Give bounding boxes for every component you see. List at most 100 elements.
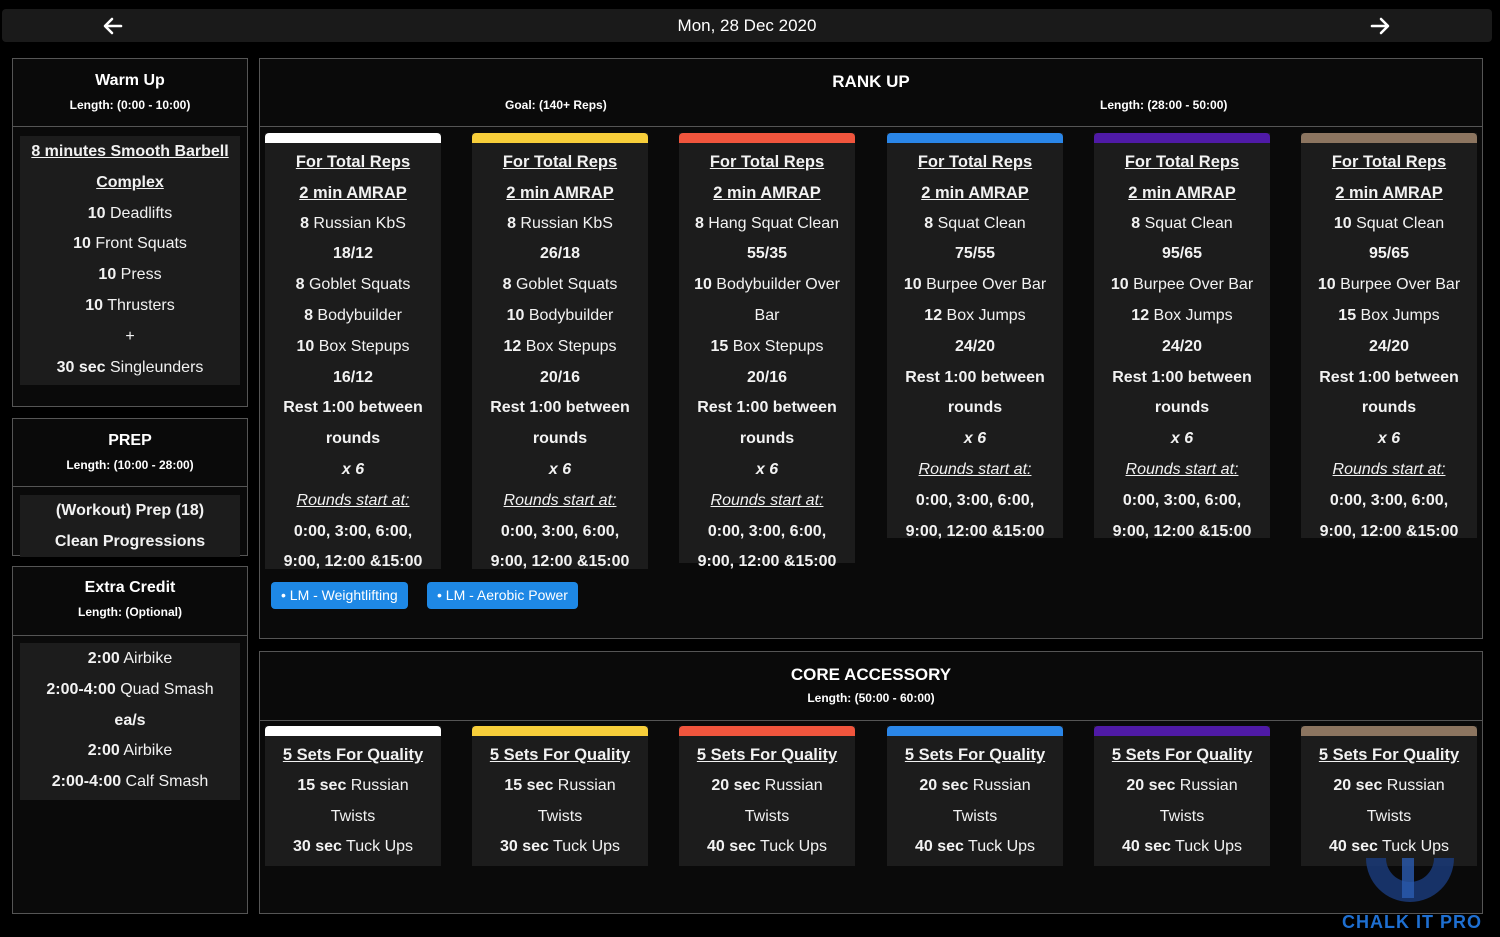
line-emphasis: 10 xyxy=(903,276,922,294)
warmup-header: Warm Up Length: (0:00 - 10:00) xyxy=(13,59,247,127)
workout-line[interactable]: 2 min AMRAP xyxy=(1098,178,1266,209)
column-color-bar xyxy=(265,726,441,736)
workout-line: 18/12 xyxy=(332,245,374,263)
line-rest: Calf Smash xyxy=(121,773,209,791)
line-rest: Tuck Ups xyxy=(548,838,621,856)
workout-line: 20 sec Russian xyxy=(683,771,851,802)
line-rest: Bodybuilder Over xyxy=(711,276,840,294)
line-rest: Squat Clean xyxy=(933,214,1026,232)
column-color-bar xyxy=(472,133,648,143)
tag-lm-aerobic-power[interactable]: • LM - Aerobic Power xyxy=(427,582,578,609)
brand-name: CHALK IT PRO xyxy=(1342,912,1482,932)
column-color-bar xyxy=(1094,726,1270,736)
column-content: For Total Reps 2 min AMRAP 8 Russian KbS 26… xyxy=(476,147,644,578)
workout-line[interactable]: For Total Reps xyxy=(1305,147,1473,178)
workout-line: 2:00 Airbike xyxy=(20,644,240,675)
workout-line[interactable]: 2 min AMRAP xyxy=(1305,178,1473,209)
workout-line[interactable]: For Total Reps xyxy=(683,147,851,178)
workout-line: 8 Hang Squat Clean xyxy=(683,209,851,240)
tag-lm-weightlifting[interactable]: • LM - Weightlifting xyxy=(271,582,408,609)
warmup-title: Warm Up xyxy=(95,72,165,89)
line-rest: Russian KbS xyxy=(308,214,406,232)
workout-line: 10 Burpee Over Bar xyxy=(891,270,1059,301)
workout-line[interactable]: For Total Reps xyxy=(476,147,644,178)
line-rest: Russian xyxy=(553,776,616,794)
column-color-bar xyxy=(887,133,1063,143)
workout-line: 20/16 xyxy=(539,368,581,386)
line-emphasis: 8 xyxy=(300,214,309,232)
workout-line: 0:00, 3:00, 6:00, xyxy=(915,491,1035,509)
column-color-bar xyxy=(472,726,648,736)
workout-line: rounds xyxy=(739,430,795,448)
workout-line[interactable]: For Total Reps xyxy=(891,147,1059,178)
workout-line: Rounds start at: xyxy=(710,491,824,509)
core-accessory-column-4: 5 Sets For Quality 20 sec Russian Twists 40… xyxy=(887,726,1063,866)
rank-up-header: RANK UP Goal: (140+ Reps) Length: (28:00… xyxy=(260,59,1482,127)
column-color-bar xyxy=(1301,133,1477,143)
line-rest: Airbike xyxy=(119,742,173,760)
workout-line: x 6 xyxy=(548,460,572,478)
workout-line: + xyxy=(125,327,135,345)
column-color-bar xyxy=(679,133,855,143)
workout-line: x 6 xyxy=(1377,430,1401,448)
workout-line: Clean Progressions xyxy=(54,532,206,550)
line-emphasis: 2:00-4:00 xyxy=(51,773,122,791)
core-accessory-header: CORE ACCESSORY Length: (50:00 - 60:00) xyxy=(260,652,1482,721)
workout-line: Rounds start at: xyxy=(296,491,410,509)
workout-line: 75/55 xyxy=(954,245,996,263)
workout-line: 20 sec Russian xyxy=(1305,771,1473,802)
workout-line[interactable]: Complex xyxy=(20,168,240,199)
line-rest: Airbike xyxy=(119,650,173,667)
workout-line[interactable]: 5 Sets For Quality xyxy=(1305,740,1473,771)
workout-line: rounds xyxy=(1361,399,1417,417)
core-accessory-panel: CORE ACCESSORY Length: (50:00 - 60:00) xyxy=(259,651,1483,914)
workout-line: 20 sec Russian xyxy=(891,771,1059,802)
workout-line: 24/20 xyxy=(1368,337,1410,355)
workout-line[interactable]: 2 min AMRAP xyxy=(683,178,851,209)
line-rest: Box Stepups xyxy=(728,337,824,355)
line-rest: Quad Smash xyxy=(115,680,214,698)
workout-line: Rest 1:00 between xyxy=(905,368,1045,386)
workout-line[interactable]: 5 Sets For Quality xyxy=(891,740,1059,771)
workout-line: 9:00, 12:00 &15:00 xyxy=(697,553,837,571)
workout-line[interactable]: 2 min AMRAP xyxy=(891,178,1059,209)
rank-up-title: RANK UP xyxy=(832,72,910,91)
workout-line: (Workout) Prep (18) xyxy=(55,502,205,519)
workout-line[interactable]: 5 Sets For Quality xyxy=(269,740,437,771)
line-rest: Burpee Over Bar xyxy=(921,276,1047,294)
column-content: For Total Reps 2 min AMRAP 8 Hang Squat Cl… xyxy=(683,147,851,578)
workout-line: Twists xyxy=(537,807,583,825)
line-rest: Tuck Ups xyxy=(755,838,828,856)
workout-line: Rest 1:00 between xyxy=(697,399,837,417)
workout-line[interactable]: 5 Sets For Quality xyxy=(1098,740,1266,771)
workout-line: rounds xyxy=(1154,399,1210,417)
workout-line[interactable]: For Total Reps xyxy=(1098,147,1266,178)
workout-line[interactable]: 2 min AMRAP xyxy=(269,178,437,209)
workout-line: 10 Thrusters xyxy=(20,291,240,322)
workout-line: x 6 xyxy=(341,460,365,478)
rank-up-column-2: For Total Reps 2 min AMRAP 8 Russian KbS 26… xyxy=(472,133,648,570)
workout-line: 8 Russian KbS xyxy=(269,209,437,240)
line-emphasis: 20 sec xyxy=(1126,776,1176,794)
warmup-card: 8 minutes Smooth Barbell Complex 10 Deadli… xyxy=(20,136,240,385)
workout-line: 26/18 xyxy=(539,245,581,263)
workout-line: 2:00 Airbike xyxy=(20,736,240,767)
rank-up-column-1: For Total Reps 2 min AMRAP 8 Russian KbS 18… xyxy=(265,133,441,570)
workout-line[interactable]: For Total Reps xyxy=(269,147,437,178)
workout-line: 8 Bodybuilder xyxy=(269,301,437,332)
workout-line[interactable]: 2 min AMRAP xyxy=(476,178,644,209)
prep-card: (Workout) Prep (18) Clean Progressions xyxy=(20,495,240,557)
workout-line: rounds xyxy=(532,430,588,448)
next-day-arrow-icon[interactable] xyxy=(1367,13,1393,39)
workout-line[interactable]: 8 minutes Smooth Barbell xyxy=(20,137,240,168)
line-rest: Box Jumps xyxy=(942,306,1026,324)
column-content: 5 Sets For Quality 20 sec Russian Twists 40… xyxy=(891,740,1059,863)
workout-line: Rounds start at: xyxy=(1125,460,1239,478)
workout-line: 30 sec Tuck Ups xyxy=(269,832,437,863)
rank-up-panel: RANK UP Goal: (140+ Reps) Length: (28:00… xyxy=(259,58,1483,639)
workout-line[interactable]: 5 Sets For Quality xyxy=(683,740,851,771)
workout-line[interactable]: 5 Sets For Quality xyxy=(476,740,644,771)
line-rest: Hang Squat Clean xyxy=(703,214,840,232)
workout-line: 9:00, 12:00 &15:00 xyxy=(1112,522,1252,540)
rank-up-goal: Goal: (140+ Reps) xyxy=(505,98,607,112)
